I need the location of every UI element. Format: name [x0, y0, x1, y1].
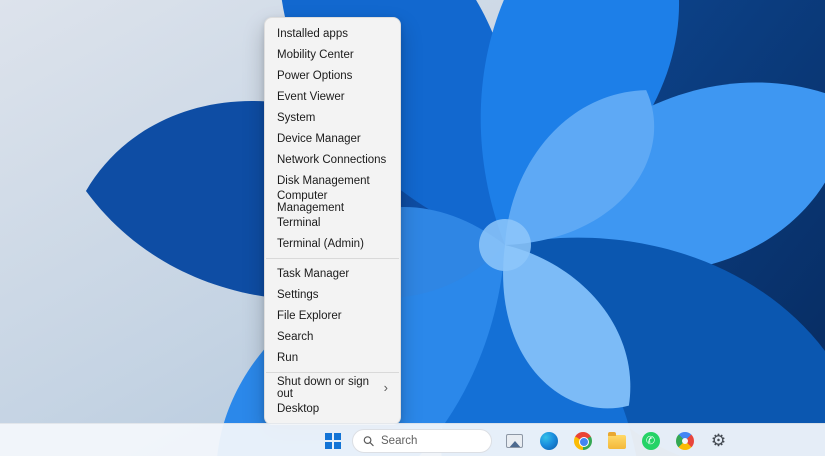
menu-item-computer-management[interactable]: Computer Management — [269, 191, 396, 212]
menu-item-shut-down-or-sign-out[interactable]: Shut down or sign out › — [269, 377, 396, 398]
menu-item-mobility-center[interactable]: Mobility Center — [269, 44, 396, 65]
pinned-apps: ✆ ⚙ — [502, 428, 731, 453]
menu-separator — [266, 372, 399, 373]
pinwheel-icon — [672, 428, 697, 453]
menu-item-system[interactable]: System — [269, 107, 396, 128]
menu-item-event-viewer[interactable]: Event Viewer — [269, 86, 396, 107]
chrome-button[interactable] — [570, 428, 595, 453]
menu-item-task-manager[interactable]: Task Manager — [269, 263, 396, 284]
settings-button[interactable]: ⚙ — [706, 428, 731, 453]
taskbar: ✆ ⚙ — [0, 423, 825, 456]
menu-item-disk-management[interactable]: Disk Management — [269, 170, 396, 191]
submenu-chevron-icon: › — [384, 381, 388, 394]
edge-button[interactable] — [536, 428, 561, 453]
menu-item-desktop[interactable]: Desktop — [269, 398, 396, 419]
menu-item-installed-apps[interactable]: Installed apps — [269, 23, 396, 44]
chrome-icon — [574, 432, 592, 450]
picture-icon — [506, 434, 523, 448]
menu-item-device-manager[interactable]: Device Manager — [269, 128, 396, 149]
menu-item-settings[interactable]: Settings — [269, 284, 396, 305]
search-input[interactable] — [381, 435, 481, 447]
menu-item-run[interactable]: Run — [269, 347, 396, 368]
gear-icon: ⚙ — [711, 432, 726, 449]
picture-app-button[interactable] — [502, 428, 527, 453]
photos-button[interactable] — [672, 428, 697, 453]
winx-menu: Installed apps Mobility Center Power Opt… — [264, 17, 401, 425]
wallpaper-bloom — [0, 0, 825, 456]
whatsapp-button[interactable]: ✆ — [638, 428, 663, 453]
menu-item-power-options[interactable]: Power Options — [269, 65, 396, 86]
windows-logo-icon — [325, 433, 341, 449]
whatsapp-icon: ✆ — [642, 432, 660, 450]
menu-item-terminal-admin[interactable]: Terminal (Admin) — [269, 233, 396, 254]
menu-separator — [266, 258, 399, 259]
edge-icon — [540, 432, 558, 450]
taskbar-search[interactable] — [352, 429, 492, 453]
desktop: Installed apps Mobility Center Power Opt… — [0, 0, 825, 456]
menu-item-terminal[interactable]: Terminal — [269, 212, 396, 233]
menu-item-file-explorer[interactable]: File Explorer — [269, 305, 396, 326]
menu-item-network-connections[interactable]: Network Connections — [269, 149, 396, 170]
start-button[interactable] — [321, 429, 345, 453]
file-explorer-icon — [608, 435, 626, 449]
search-icon — [363, 435, 374, 447]
file-explorer-button[interactable] — [604, 428, 629, 453]
menu-item-search[interactable]: Search — [269, 326, 396, 347]
